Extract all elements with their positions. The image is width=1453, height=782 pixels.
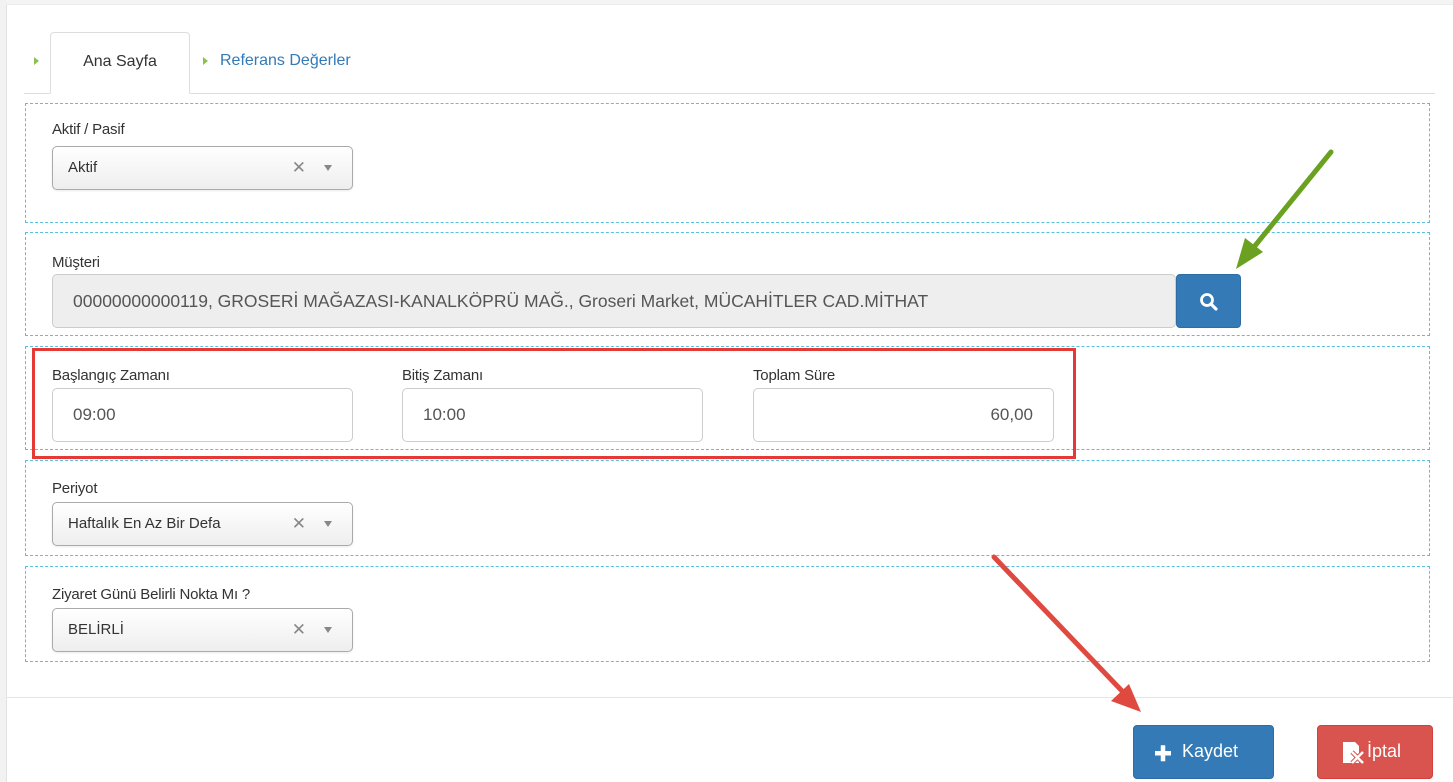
tab-referans-degerler[interactable]: Referans Değerler bbox=[176, 32, 416, 93]
tab-caret-icon bbox=[34, 57, 39, 65]
end-time-input[interactable]: 10:00 bbox=[402, 388, 703, 442]
cancel-button-label: İptal bbox=[1367, 741, 1402, 761]
visit-day-label: Ziyaret Günü Belirli Nokta Mı ? bbox=[52, 586, 251, 603]
window-top-border bbox=[6, 0, 1453, 5]
period-label: Periyot bbox=[52, 480, 98, 497]
dropdown-arrow-icon bbox=[324, 165, 332, 171]
customer-search-button[interactable] bbox=[1176, 274, 1241, 328]
total-duration-input[interactable]: 60,00 bbox=[753, 388, 1054, 442]
clear-x-icon[interactable]: ✕ bbox=[292, 620, 306, 640]
dropdown-arrow-icon bbox=[324, 521, 332, 527]
visit-day-select-value: BELİRLİ bbox=[68, 621, 124, 638]
tab-ana-sayfa-label: Ana Sayfa bbox=[50, 32, 190, 94]
end-time-label: Bitiş Zamanı bbox=[402, 367, 483, 384]
footer-divider bbox=[6, 697, 1453, 698]
tab-caret-icon bbox=[203, 57, 208, 65]
period-select-value: Haftalık En Az Bir Defa bbox=[68, 515, 221, 532]
tab-ana-sayfa[interactable]: Ana Sayfa bbox=[24, 32, 192, 94]
clear-x-icon[interactable]: ✕ bbox=[292, 514, 306, 534]
status-select[interactable]: Aktif ✕ bbox=[52, 146, 353, 190]
search-icon bbox=[1200, 293, 1218, 311]
tab-referans-degerler-label: Referans Değerler bbox=[220, 52, 351, 69]
period-select[interactable]: Haftalık En Az Bir Defa ✕ bbox=[52, 502, 353, 546]
cancel-button[interactable]: İptal bbox=[1317, 725, 1433, 779]
status-label: Aktif / Pasif bbox=[52, 121, 125, 138]
total-duration-label: Toplam Süre bbox=[753, 367, 836, 384]
save-button[interactable]: Kaydet bbox=[1133, 725, 1274, 779]
start-time-input[interactable]: 09:00 bbox=[52, 388, 353, 442]
window-left-border bbox=[0, 0, 7, 782]
save-button-label: Kaydet bbox=[1182, 741, 1239, 761]
customer-label: Müşteri bbox=[52, 254, 100, 271]
status-select-value: Aktif bbox=[68, 159, 98, 176]
visit-day-select[interactable]: BELİRLİ ✕ bbox=[52, 608, 353, 652]
dropdown-arrow-icon bbox=[324, 627, 332, 633]
customer-input[interactable]: 00000000000119, GROSERİ MAĞAZASI-KANALKÖ… bbox=[52, 274, 1176, 328]
clear-x-icon[interactable]: ✕ bbox=[292, 158, 306, 178]
start-time-label: Başlangıç Zamanı bbox=[52, 367, 170, 384]
